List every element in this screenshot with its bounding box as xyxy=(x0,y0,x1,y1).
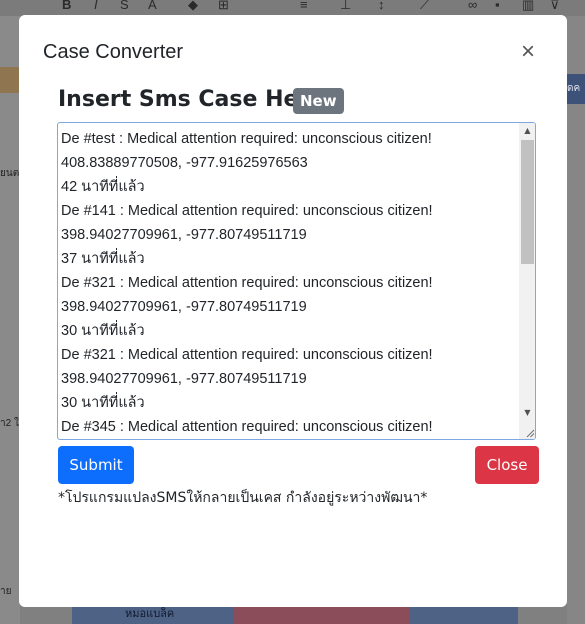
case-converter-modal: Case Converter × Insert Sms Case Here Ne… xyxy=(19,15,567,607)
sms-textarea-content[interactable]: De #test : Medical attention required: u… xyxy=(61,127,516,439)
resize-grip-icon[interactable] xyxy=(519,421,535,439)
modal-title: Case Converter xyxy=(43,41,184,63)
new-badge: New xyxy=(293,88,344,114)
close-icon[interactable]: × xyxy=(517,40,539,65)
bg-cell-text: ยนต xyxy=(0,168,20,179)
filter-icon: ⊽ xyxy=(550,0,560,12)
background-left-column: ยนต า2 ใ าย xyxy=(0,16,20,624)
background-right-column: ดค xyxy=(567,16,585,624)
textarea-scrollbar[interactable]: ▲ ▼ xyxy=(519,123,535,439)
bg-bottom-cell xyxy=(410,606,518,624)
scroll-thumb[interactable] xyxy=(521,140,534,264)
rotate-icon: ⟋ xyxy=(420,0,430,12)
close-button[interactable]: Close xyxy=(475,446,539,484)
text-color-icon: A xyxy=(148,0,157,12)
bg-bottom-cell xyxy=(234,606,410,624)
bg-cell-text: า2 ใ xyxy=(0,418,19,429)
strikethrough-icon: S xyxy=(120,0,129,12)
fill-color-icon: ◆ xyxy=(188,0,198,12)
section-heading: Insert Sms Case Here xyxy=(58,87,325,112)
bold-icon: B xyxy=(62,0,72,12)
align-icon: ≡ xyxy=(300,0,308,12)
submit-button[interactable]: Submit xyxy=(58,446,134,484)
scroll-down-icon[interactable]: ▼ xyxy=(519,405,535,421)
development-note: *โปรแกรมแปลงSMSให้กลายเป็นเคส กำลังอยู่ร… xyxy=(58,490,428,506)
bg-column-header: ดค xyxy=(567,74,585,104)
valign-icon: ⊥ xyxy=(340,0,352,12)
sms-textarea[interactable]: De #test : Medical attention required: u… xyxy=(57,122,536,440)
background-toolbar: B I S A ◆ ⊞ ≡ ⊥ ↕ ⟋ ∞ ▪ ▥ ⊽ xyxy=(0,0,585,16)
chart-icon: ▥ xyxy=(522,0,535,12)
link-icon: ∞ xyxy=(468,0,478,12)
scroll-up-icon[interactable]: ▲ xyxy=(519,123,535,139)
italic-icon: I xyxy=(94,0,98,12)
bg-cell-text: าย xyxy=(0,586,12,597)
comment-icon: ▪ xyxy=(495,0,500,12)
background-cell-highlight xyxy=(0,67,20,93)
borders-icon: ⊞ xyxy=(218,0,229,12)
wrap-icon: ↕ xyxy=(378,0,385,12)
